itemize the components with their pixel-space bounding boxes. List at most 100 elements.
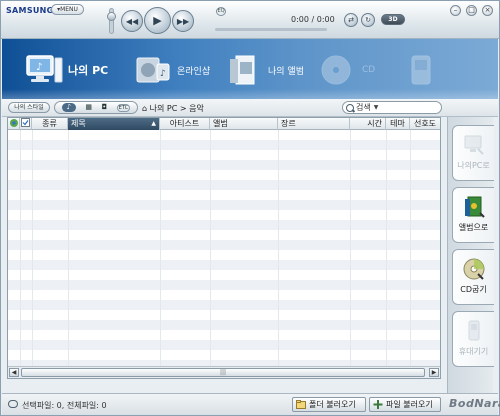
nav-device[interactable]: [402, 47, 446, 93]
column-rating[interactable]: 선호도: [410, 118, 440, 130]
nav-my-pc[interactable]: ♪ 나의 PC: [24, 47, 108, 93]
table-header: 종류 제목 ▲ 아티스트 앨범 장르 시간 테마 선호도: [8, 118, 440, 130]
column-divider: [410, 130, 411, 366]
music-category-icon[interactable]: ♪: [61, 103, 76, 112]
shop-icon: ♪: [133, 50, 173, 90]
side-tab-label: 나의PC로: [457, 161, 490, 170]
horizontal-scrollbar[interactable]: ◀ ||| ▶: [8, 366, 440, 378]
shuffle-icon: ⇄: [348, 16, 354, 24]
home-icon[interactable]: ⌂: [142, 104, 150, 113]
svg-text:♪: ♪: [160, 69, 166, 79]
select-all-checkbox[interactable]: [20, 118, 32, 130]
computer-icon: [462, 133, 486, 157]
column-title-label: 제목: [71, 119, 86, 128]
load-file-button[interactable]: 파일 불러오기: [369, 397, 441, 412]
etc-category-button[interactable]: ETC: [116, 103, 131, 112]
column-divider: [350, 130, 351, 366]
column-divider: [32, 130, 33, 366]
time-display: 0:00 / 0:00: [291, 15, 335, 24]
menu-button[interactable]: ▾MENU: [51, 4, 84, 15]
breadcrumb: ⌂ 나의 PC > 음악: [142, 103, 204, 114]
nav-my-album[interactable]: 나의 앨범: [224, 47, 304, 93]
to-album-button[interactable]: 앨범으로: [452, 187, 494, 243]
portable-device-button[interactable]: 휴대기기: [452, 311, 494, 367]
column-artist[interactable]: 아티스트: [160, 118, 210, 130]
play-button[interactable]: ▶: [144, 7, 171, 34]
title-bar: SAMSUNG ▾MENU ◀◀ ▶ ▶▶ EQ 0:00 / 0:00 ⇄ ↻…: [1, 1, 499, 39]
search-box[interactable]: 검색 ▼: [342, 101, 442, 114]
photo-category-icon[interactable]: ◘: [102, 103, 108, 112]
table-rows[interactable]: [8, 130, 440, 368]
nav-online-shop[interactable]: ♪ 온라인샵: [133, 47, 210, 93]
column-album[interactable]: 앨범: [210, 118, 278, 130]
3d-toggle[interactable]: 3D: [381, 14, 405, 25]
search-label: 검색: [356, 103, 371, 112]
eq-button[interactable]: EQ: [216, 7, 226, 16]
previous-button[interactable]: ◀◀: [121, 10, 143, 32]
menu-label: MENU: [60, 6, 78, 13]
column-divider: [386, 130, 387, 366]
search-icon: [346, 103, 354, 112]
nav-label: CD: [362, 65, 376, 75]
scrollbar-thumb[interactable]: |||: [21, 368, 425, 377]
status-bar: 선택파일: 0, 전체파일: 0 폴더 불러오기 파일 불러오기: [2, 393, 498, 415]
column-type[interactable]: 종류: [32, 118, 68, 130]
computer-icon: ♪: [24, 50, 64, 90]
brand-logo: SAMSUNG: [6, 6, 54, 15]
scroll-right-button[interactable]: ▶: [429, 368, 439, 377]
side-tab-label: 휴대기기: [458, 347, 489, 356]
load-folder-button[interactable]: 폴더 불러오기: [292, 397, 366, 412]
svg-text:♪: ♪: [36, 62, 42, 73]
minimize-icon: –: [453, 6, 458, 14]
maximize-button[interactable]: □: [466, 5, 477, 16]
burn-cd-button[interactable]: CD굽기: [452, 249, 494, 305]
column-title[interactable]: 제목 ▲: [68, 118, 160, 130]
next-icon: ▶▶: [176, 16, 190, 26]
repeat-button[interactable]: ↻: [361, 13, 375, 27]
app-window: SAMSUNG ▾MENU ◀◀ ▶ ▶▶ EQ 0:00 / 0:00 ⇄ ↻…: [0, 0, 500, 416]
column-theme[interactable]: 테마: [386, 118, 410, 130]
album-icon: [462, 195, 486, 219]
column-divider: [68, 130, 69, 366]
shuffle-button[interactable]: ⇄: [344, 13, 358, 27]
next-button[interactable]: ▶▶: [172, 10, 194, 32]
minimize-button[interactable]: –: [450, 5, 461, 16]
add-file-icon: [373, 400, 383, 409]
column-divider: [278, 130, 279, 366]
load-file-label: 파일 불러오기: [386, 400, 433, 409]
side-panel: 나의PC로 앨범으로 CD굽기 휴대기기: [447, 117, 494, 393]
video-category-icon[interactable]: ▦: [85, 103, 92, 112]
maximize-icon: □: [468, 6, 475, 14]
side-tab-label: 앨범으로: [458, 223, 489, 232]
status-column-header[interactable]: [8, 118, 20, 130]
cd-burn-icon: [462, 257, 486, 281]
nav-cd[interactable]: CD: [318, 47, 375, 93]
column-divider: [160, 130, 161, 366]
file-count-status: 선택파일: 0, 전체파일: 0: [22, 401, 107, 410]
to-my-pc-button[interactable]: 나의PC로: [452, 125, 494, 181]
column-genre[interactable]: 장르: [278, 118, 350, 130]
nav-label: 온라인샵: [177, 66, 211, 77]
nav-label: 나의 앨범: [268, 66, 304, 77]
album-icon: [224, 50, 264, 90]
close-button[interactable]: ×: [482, 5, 493, 16]
watermark: BodNara: [449, 397, 500, 410]
sub-toolbar: 나의 스타일 ♪ ▦ ◘ ETC ⌂ 나의 PC > 음악 검색 ▼: [2, 99, 498, 117]
checkbox-icon: [21, 118, 30, 127]
volume-knob[interactable]: [107, 12, 116, 21]
scroll-left-button[interactable]: ◀: [9, 368, 19, 377]
column-time[interactable]: 시간: [350, 118, 386, 130]
breadcrumb-text[interactable]: 나의 PC > 음악: [150, 104, 204, 113]
side-tab-label: CD굽기: [460, 285, 487, 294]
selection-icon: [8, 400, 18, 408]
cd-icon: [318, 50, 358, 90]
chevron-down-icon[interactable]: ▼: [374, 104, 379, 111]
file-list[interactable]: 종류 제목 ▲ 아티스트 앨범 장르 시간 테마 선호도 ◀ ||| ▶: [7, 117, 441, 379]
previous-icon: ◀◀: [125, 16, 139, 26]
main-navigation: ♪ 나의 PC ♪ 온라인샵 나의 앨범 CD: [2, 39, 498, 99]
portable-device-icon: [462, 319, 486, 343]
seek-bar[interactable]: [215, 28, 327, 31]
my-style-button[interactable]: 나의 스타일: [8, 102, 50, 113]
close-icon: ×: [484, 6, 491, 14]
column-divider: [210, 130, 211, 366]
